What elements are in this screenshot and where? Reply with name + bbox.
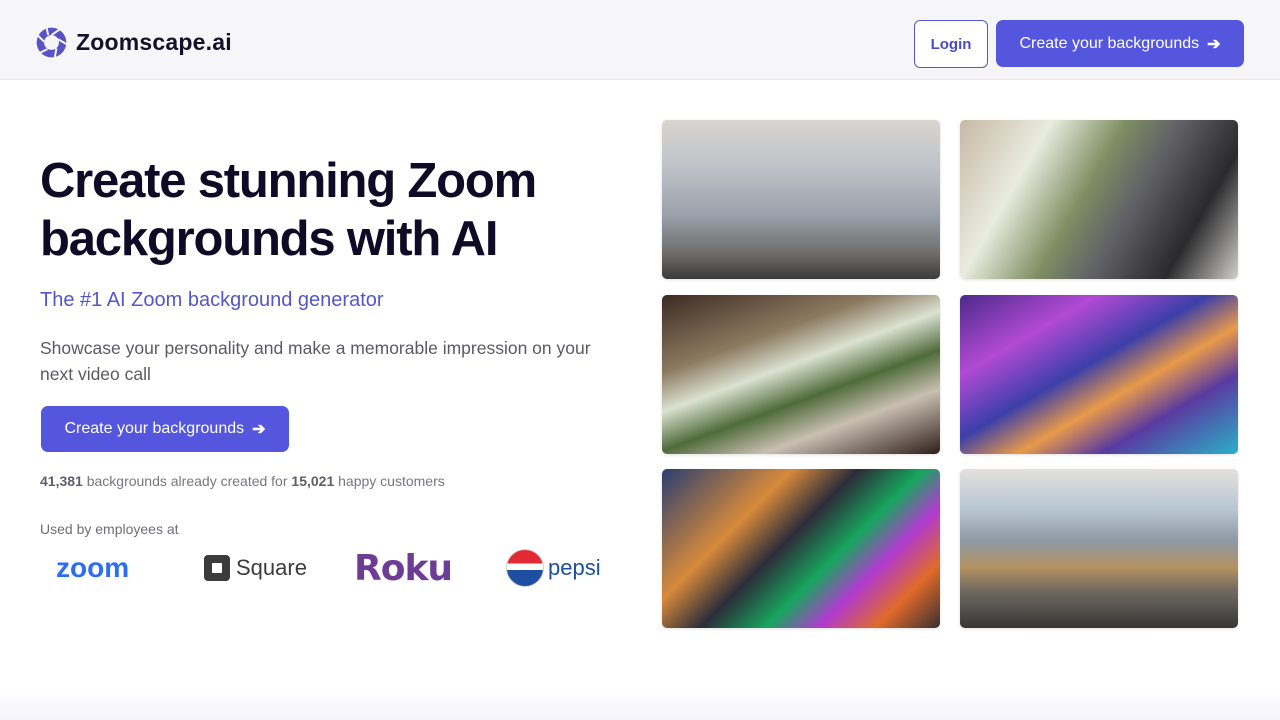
backgrounds-text: backgrounds already created for [86, 473, 288, 489]
hero-cta-label: Create your backgrounds [64, 420, 245, 437]
brand-name: Zoomscape.ai [76, 29, 232, 55]
hero-title: Create stunning Zoom backgrounds with AI [40, 152, 640, 268]
brand[interactable]: Zoomscape.ai [35, 26, 232, 59]
square-logo-text: Square [236, 555, 307, 580]
hero-create-backgrounds-button[interactable]: Create your backgrounds ➔ [41, 406, 289, 452]
gallery-image[interactable] [662, 469, 940, 628]
pepsi-globe-icon [506, 549, 544, 587]
top-navbar: Zoomscape.ai Login Create your backgroun… [0, 0, 1280, 80]
square-logo-icon [204, 555, 230, 581]
usage-stats: 41,381 backgrounds already created for 1… [40, 473, 445, 489]
gallery-image[interactable] [960, 295, 1238, 454]
section-divider-fade [0, 690, 1280, 720]
customers-count: 15,021 [291, 473, 335, 489]
roku-logo-text: Roku [354, 547, 453, 589]
aperture-logo-icon [36, 27, 67, 58]
gallery-image[interactable] [662, 120, 940, 279]
arrow-right-icon: ➔ [252, 421, 266, 438]
gallery-image[interactable] [662, 295, 940, 454]
customer-logos: zoom Square Roku pepsi [56, 546, 616, 590]
zoom-logo-text: zoom [56, 552, 130, 583]
pepsi-logo: pepsi [506, 546, 601, 590]
used-by-label: Used by employees at [40, 521, 179, 537]
hero-title-line1: Create stunning Zoom [40, 154, 537, 208]
customers-text: happy customers [338, 473, 445, 489]
header-create-backgrounds-button[interactable]: Create your backgrounds ➔ [996, 20, 1244, 67]
arrow-right-icon: ➔ [1207, 35, 1221, 53]
zoom-logo: zoom [56, 546, 129, 590]
gallery-image[interactable] [960, 120, 1238, 279]
hero-title-line2: backgrounds with AI [40, 212, 498, 266]
login-button[interactable]: Login [914, 20, 988, 68]
roku-logo: Roku [354, 546, 453, 590]
backgrounds-count: 41,381 [40, 473, 83, 489]
hero-subtitle: The #1 AI Zoom background generator [40, 289, 384, 311]
header-cta-label: Create your backgrounds [1019, 34, 1200, 52]
pepsi-logo-text: pepsi [548, 555, 601, 580]
gallery-image[interactable] [960, 469, 1238, 628]
hero-description: Showcase your personality and make a mem… [40, 338, 591, 384]
square-logo: Square [204, 546, 307, 590]
